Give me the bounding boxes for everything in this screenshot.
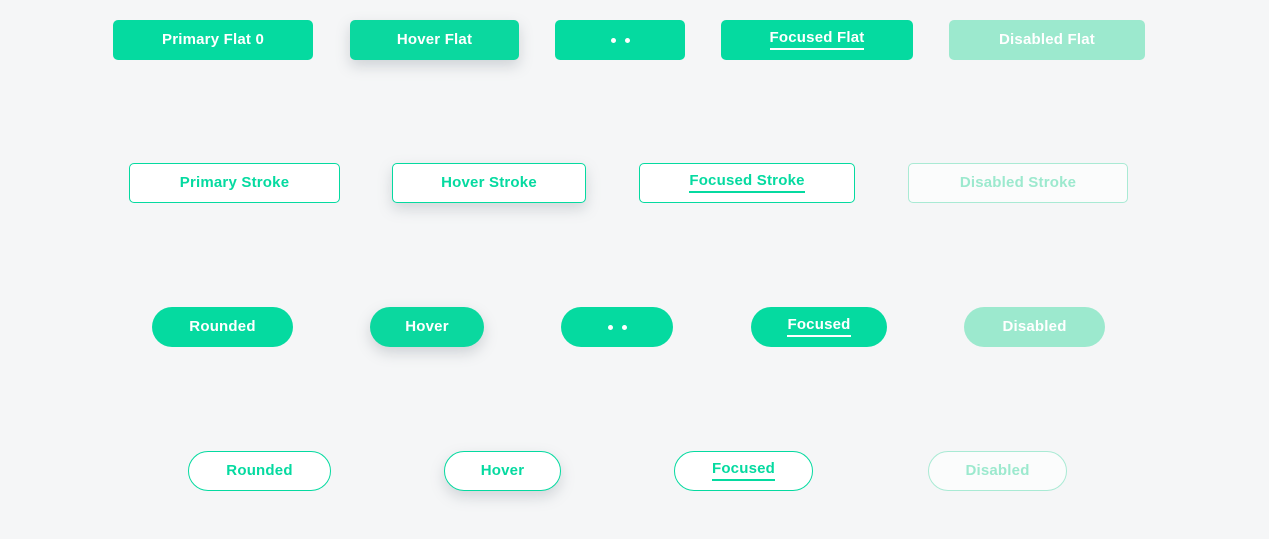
loading-dots-icon	[607, 324, 627, 330]
rounded-flat-buttons-primary[interactable]: Rounded	[152, 307, 293, 347]
button-label: Disabled Flat	[999, 31, 1095, 48]
loading-dot	[610, 37, 616, 43]
stroke-buttons-disabled: Disabled Stroke	[908, 163, 1128, 203]
flat-buttons-loading[interactable]	[555, 20, 685, 60]
loading-dot	[624, 37, 630, 43]
button-label: Primary Stroke	[179, 174, 290, 191]
button-row-flat: Primary Flat 0 Hover Flat Focused Flat Disa…	[0, 20, 1269, 60]
button-label: Rounded	[189, 318, 256, 335]
rounded-flat-buttons-loading[interactable]	[561, 307, 673, 347]
button-label: Hover	[480, 462, 525, 479]
flat-buttons-primary[interactable]: Primary Flat 0	[113, 20, 313, 60]
rounded-flat-buttons-focused[interactable]: Focused	[751, 307, 887, 347]
rounded-flat-buttons-hover[interactable]: Hover	[370, 307, 484, 347]
button-showcase-stage: Primary Flat 0 Hover Flat Focused Flat Disa…	[0, 0, 1269, 539]
flat-buttons-focused[interactable]: Focused Flat	[721, 20, 913, 60]
stroke-buttons-primary[interactable]: Primary Stroke	[129, 163, 340, 203]
button-row-stroke: Primary Stroke Hover Stroke Focused Stroke…	[0, 163, 1269, 203]
button-label: Disabled	[965, 462, 1030, 479]
rounded-flat-buttons-disabled: Disabled	[964, 307, 1105, 347]
button-row-rounded-stroke: Rounded Hover Focused Disabled	[0, 451, 1269, 491]
button-label: Hover	[405, 318, 449, 335]
stroke-buttons-focused[interactable]: Focused Stroke	[639, 163, 855, 203]
loading-dot	[607, 324, 613, 330]
button-label: Focused	[787, 317, 851, 337]
button-label: Focused Flat	[769, 30, 865, 50]
button-label: Focused Stroke	[689, 173, 805, 193]
flat-buttons-disabled: Disabled Flat	[949, 20, 1145, 60]
rounded-stroke-buttons-disabled: Disabled	[928, 451, 1067, 491]
button-label: Focused	[711, 461, 776, 481]
button-label: Hover Flat	[396, 31, 473, 48]
button-label: Disabled	[1002, 318, 1067, 335]
button-row-rounded-flat: Rounded Hover Focused Disabled	[0, 307, 1269, 347]
button-label: Hover Stroke	[441, 174, 537, 191]
rounded-stroke-buttons-hover[interactable]: Hover	[444, 451, 561, 491]
button-label: Disabled Stroke	[959, 174, 1077, 191]
loading-dot	[621, 324, 627, 330]
stroke-buttons-hover[interactable]: Hover Stroke	[392, 163, 586, 203]
button-label: Rounded	[226, 462, 293, 479]
loading-dots-icon	[610, 37, 630, 43]
button-label: Primary Flat 0	[161, 31, 264, 48]
flat-buttons-hover[interactable]: Hover Flat	[350, 20, 519, 60]
rounded-stroke-buttons-primary[interactable]: Rounded	[188, 451, 331, 491]
rounded-stroke-buttons-focused[interactable]: Focused	[674, 451, 813, 491]
